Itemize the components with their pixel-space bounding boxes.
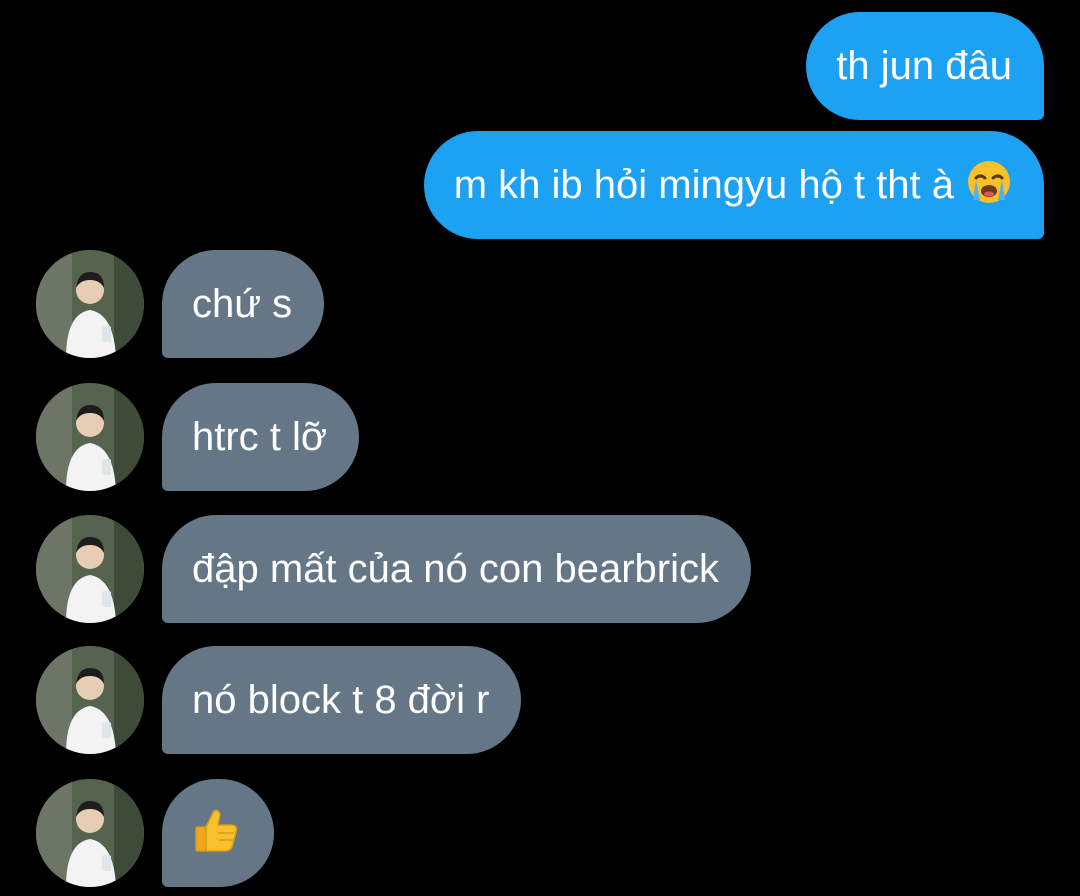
avatar[interactable] bbox=[36, 250, 144, 358]
received-message-bubble[interactable]: htrc t lỡ bbox=[162, 383, 360, 491]
received-message-bubble[interactable]: đập mất của nó con bearbrick bbox=[162, 515, 751, 623]
message-text: htrc t lỡ bbox=[192, 415, 328, 459]
message-text: chứ s bbox=[192, 282, 293, 326]
thumbs-up-icon bbox=[192, 805, 242, 862]
loudly-crying-face-icon bbox=[966, 159, 1012, 212]
sent-message-bubble[interactable]: m kh ib hỏi mingyu hộ t tht à bbox=[423, 131, 1044, 239]
message-text: đập mất của nó con bearbrick bbox=[192, 547, 719, 591]
received-message-bubble[interactable] bbox=[162, 779, 274, 887]
message-text: nó block t 8 đời r bbox=[192, 678, 490, 722]
avatar[interactable] bbox=[36, 646, 144, 754]
received-message-bubble[interactable]: chứ s bbox=[162, 250, 325, 358]
sent-message-bubble[interactable]: th jun đâu bbox=[806, 12, 1044, 120]
avatar[interactable] bbox=[36, 779, 144, 887]
received-message-bubble[interactable]: nó block t 8 đời r bbox=[162, 646, 522, 754]
message-text: th jun đâu bbox=[836, 44, 1012, 88]
message-text: m kh ib hỏi mingyu hộ t tht à bbox=[453, 163, 954, 207]
avatar[interactable] bbox=[36, 383, 144, 491]
avatar[interactable] bbox=[36, 515, 144, 623]
